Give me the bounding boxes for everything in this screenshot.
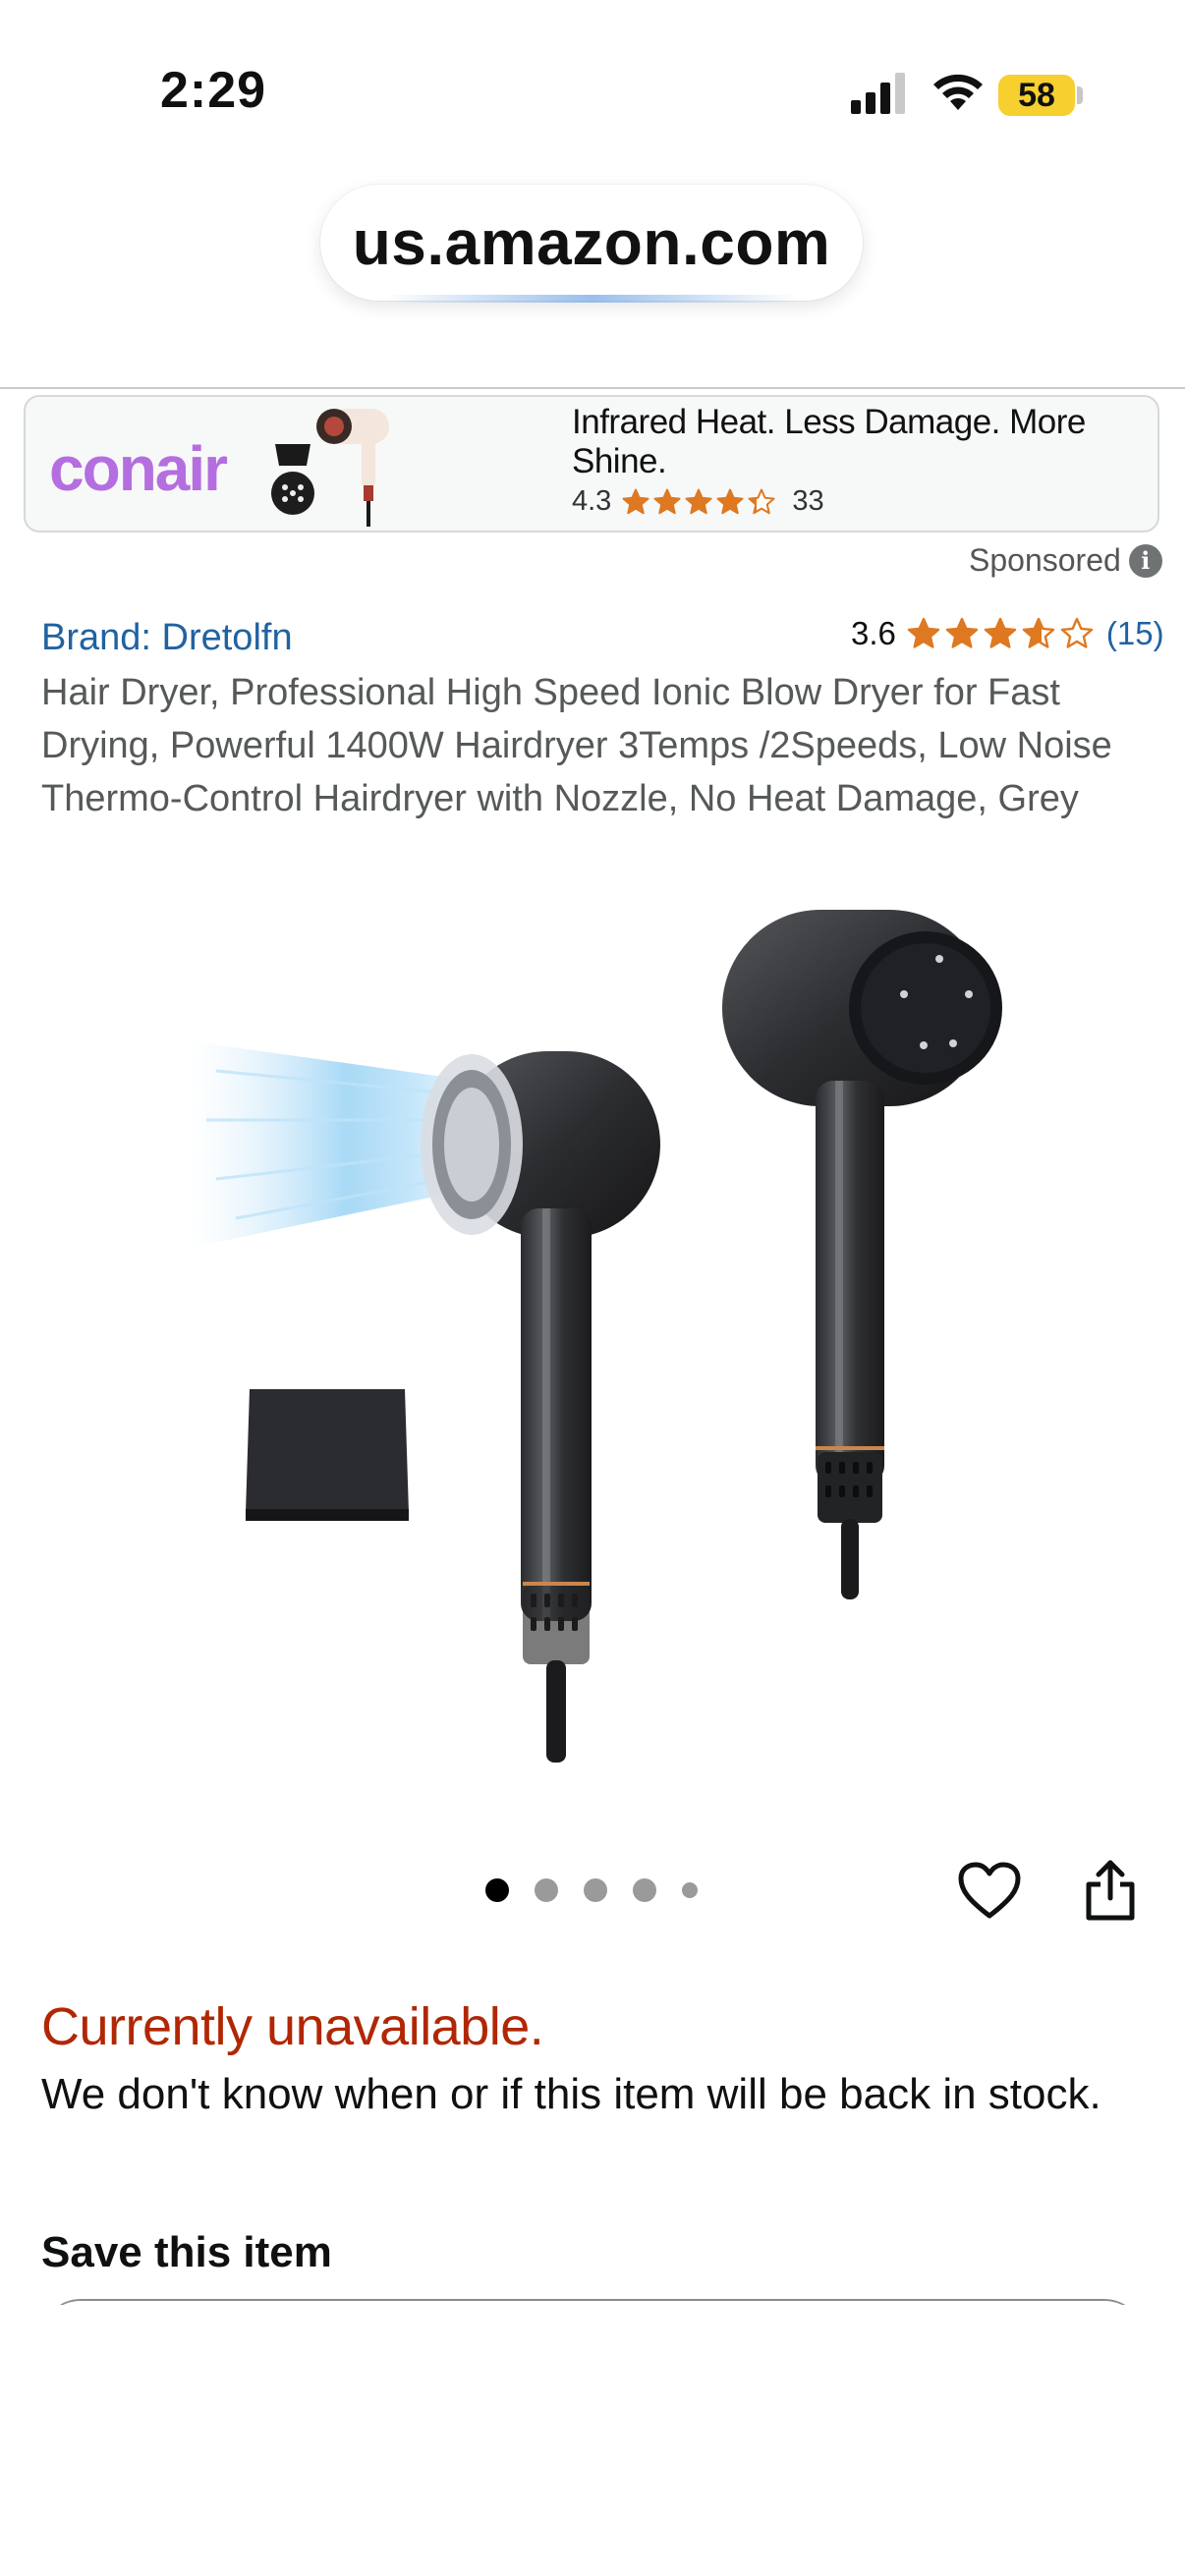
- product-image[interactable]: [177, 884, 1012, 1768]
- star-icon: [1060, 617, 1094, 648]
- carousel-dot[interactable]: [535, 1878, 558, 1902]
- star-icon: [622, 488, 649, 514]
- brand-link[interactable]: Brand: Dretolfn: [41, 617, 293, 659]
- image-carousel-dots[interactable]: [485, 1878, 698, 1902]
- availability-status: Currently unavailable.: [41, 1997, 544, 2056]
- star-icon: [907, 617, 940, 648]
- product-title: Hair Dryer, Professional High Speed Ioni…: [41, 672, 1112, 819]
- product-rating-value: 3.6: [851, 615, 896, 651]
- star-icon: [748, 488, 775, 514]
- battery-indicator: 58: [998, 75, 1075, 116]
- wifi-icon: [933, 74, 983, 110]
- address-bar[interactable]: us.amazon.com: [320, 185, 863, 301]
- star-icon: [716, 488, 744, 514]
- star-icon: [653, 488, 681, 514]
- ad-brand-logo: conair: [49, 433, 228, 504]
- carousel-dot[interactable]: [682, 1882, 698, 1898]
- carousel-dot[interactable]: [584, 1878, 607, 1902]
- carousel-dot[interactable]: [633, 1878, 656, 1902]
- heart-icon[interactable]: [957, 1861, 1022, 1922]
- page-bottom-blank: [0, 2305, 1185, 2576]
- sponsored-label: Sponsored: [969, 542, 1121, 578]
- product-star-rating: [906, 616, 1095, 651]
- ad-star-rating: [621, 487, 776, 517]
- star-icon: [984, 617, 1017, 648]
- info-icon[interactable]: i: [1128, 543, 1162, 578]
- star-icon: [685, 488, 712, 514]
- carousel-dot[interactable]: [485, 1878, 509, 1902]
- save-item-heading: Save this item: [41, 2228, 332, 2276]
- battery-cap: [1077, 86, 1083, 104]
- share-icon[interactable]: [1083, 1859, 1138, 1922]
- availability-message: We don't know when or if this item will …: [41, 2070, 1101, 2118]
- star-icon: [1022, 617, 1055, 648]
- address-bar-highlight: [385, 295, 798, 303]
- sponsored-label-row[interactable]: Sponsored i: [969, 542, 1162, 579]
- product-rating-row[interactable]: 3.6 (15): [851, 615, 1164, 652]
- cellular-signal-icon: [851, 73, 905, 114]
- ad-review-count: 33: [792, 485, 824, 517]
- star-icon: [945, 617, 979, 648]
- ad-rating-value: 4.3: [572, 485, 612, 517]
- ad-headline: Infrared Heat. Less Damage. More Shine.: [572, 403, 1086, 480]
- ad-rating-row: 4.3 33: [572, 485, 824, 518]
- header-divider: [0, 387, 1185, 389]
- product-review-count[interactable]: (15): [1106, 615, 1164, 652]
- ad-product-image: [271, 409, 389, 527]
- status-time: 2:29: [160, 62, 267, 119]
- address-bar-url: us.amazon.com: [352, 207, 831, 278]
